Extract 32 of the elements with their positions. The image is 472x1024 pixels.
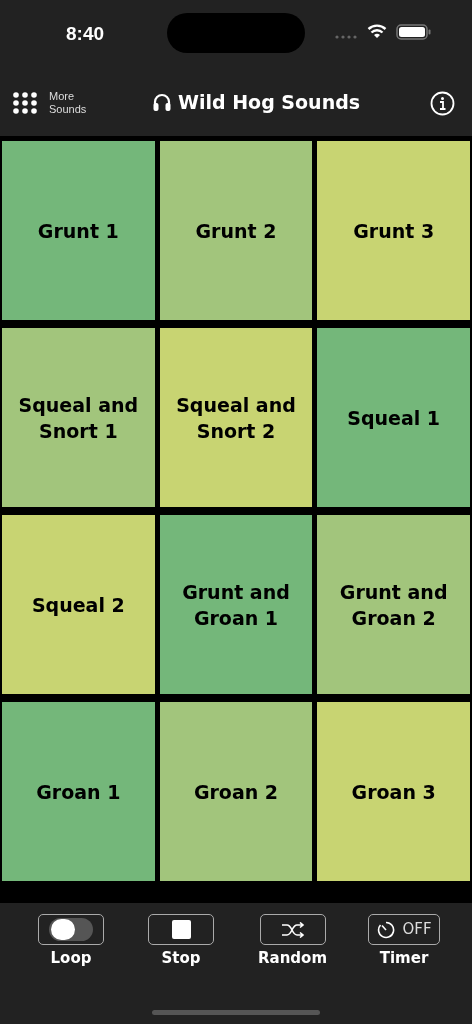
sound-tile[interactable]: Grunt 3 (317, 141, 470, 320)
toolbar-label: Stop (161, 948, 201, 969)
sound-tile[interactable]: Grunt and Groan 2 (317, 515, 470, 694)
headphones-icon (152, 92, 172, 113)
timer-icon (376, 920, 395, 939)
grid-dots-icon (13, 92, 37, 114)
sound-tile[interactable]: Grunt 1 (2, 141, 155, 320)
toolbar-label: Timer (379, 948, 429, 969)
status-time: 8:40 (66, 22, 105, 46)
random-button[interactable] (259, 914, 326, 945)
info-icon[interactable] (430, 91, 455, 116)
shuffle-icon (280, 921, 305, 938)
sound-tile[interactable]: Squeal and Snort 1 (2, 328, 155, 507)
sound-tile[interactable]: Squeal and Snort 2 (159, 328, 313, 507)
loop-toggle[interactable] (38, 914, 104, 945)
signal-icon (335, 35, 359, 39)
toolbar-label: Random (258, 948, 328, 969)
sound-tile[interactable]: Groan 2 (159, 702, 313, 881)
sound-tile[interactable]: Squeal 1 (317, 328, 470, 507)
sound-tile[interactable]: Grunt 2 (159, 141, 313, 320)
sound-tile[interactable]: Grunt and Groan 1 (159, 515, 313, 694)
toolbar-label: Loop (50, 948, 92, 969)
timer-button[interactable]: OFF (368, 914, 441, 945)
sound-tile[interactable]: Groan 1 (2, 702, 155, 881)
more-sounds-button[interactable]: More Sounds (13, 90, 93, 116)
wifi-icon (367, 24, 387, 39)
battery-icon (396, 24, 431, 40)
sound-tile[interactable]: Groan 3 (317, 702, 470, 881)
app-title: Wild Hog Sounds (178, 90, 361, 115)
sound-tile[interactable]: Squeal 2 (2, 515, 155, 694)
stop-icon (171, 920, 191, 939)
stop-button[interactable] (148, 914, 214, 945)
